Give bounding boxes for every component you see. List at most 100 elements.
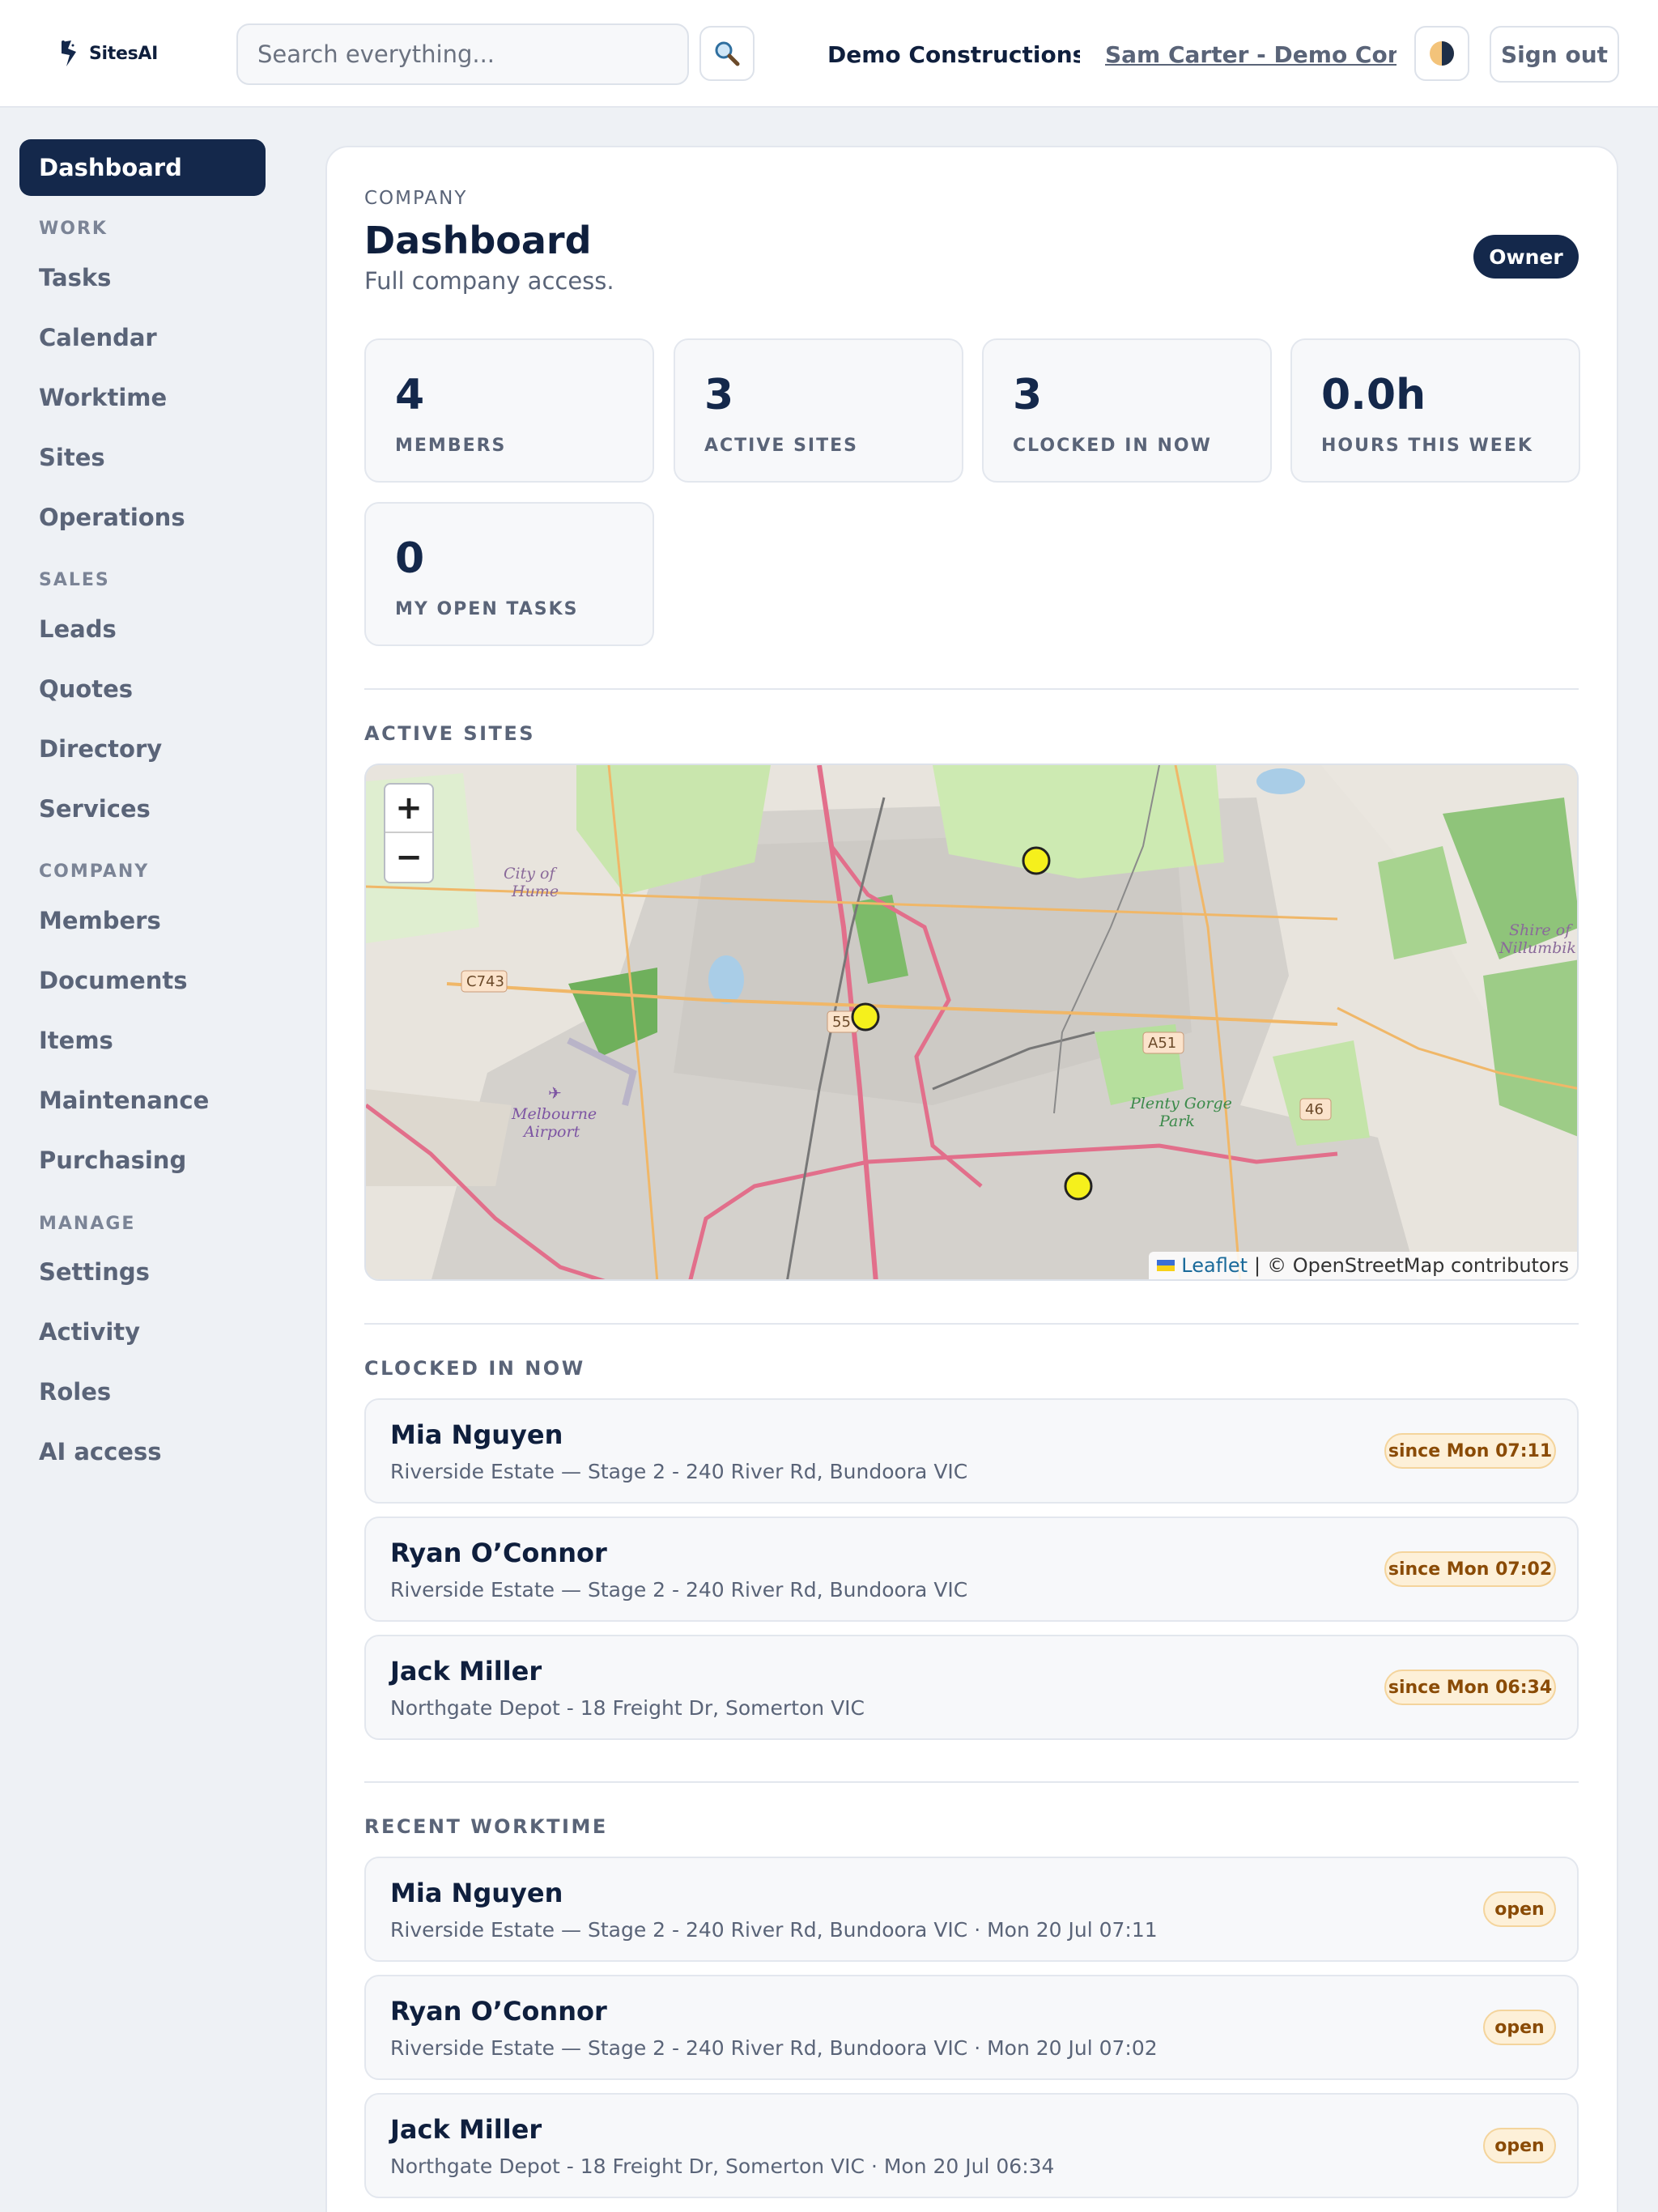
divider bbox=[364, 1781, 1579, 1783]
map-route-46: 46 bbox=[1305, 1101, 1324, 1118]
map-route-c743: C743 bbox=[466, 973, 504, 990]
list-item[interactable]: Mia Nguyen Riverside Estate — Stage 2 - … bbox=[364, 1857, 1579, 1962]
role-badge: Owner bbox=[1473, 235, 1579, 279]
company-switcher[interactable]: Demo Constructions P... bbox=[827, 41, 1080, 68]
sidebar-item-members[interactable]: Members bbox=[39, 907, 161, 934]
sidebar-item-settings[interactable]: Settings bbox=[39, 1258, 150, 1286]
sidebar-section-sales: SALES bbox=[39, 570, 110, 590]
site-address: Riverside Estate — Stage 2 - 240 River R… bbox=[390, 1578, 968, 1602]
map-route-55: 55 bbox=[832, 1014, 851, 1031]
stat-value: 3 bbox=[1013, 371, 1043, 419]
osm-attribution: © OpenStreetMap contributors bbox=[1267, 1254, 1569, 1277]
sidebar-item-ai-access[interactable]: AI access bbox=[39, 1438, 161, 1465]
stat-label: ACTIVE SITES bbox=[704, 436, 858, 456]
map-label-melbourne: Melbourne bbox=[511, 1105, 597, 1123]
search-input[interactable] bbox=[236, 23, 689, 85]
stat-hours-week: 0.0h HOURS THIS WEEK bbox=[1290, 338, 1580, 483]
sidebar-item-maintenance[interactable]: Maintenance bbox=[39, 1087, 209, 1114]
zoom-in-button[interactable]: + bbox=[385, 785, 432, 833]
since-badge: since Mon 07:11 bbox=[1384, 1433, 1556, 1469]
map-label-city-of-hume: City of bbox=[504, 865, 557, 883]
worktime-detail: Riverside Estate — Stage 2 - 240 River R… bbox=[390, 1918, 1158, 1942]
ukraine-flag-icon bbox=[1157, 1260, 1175, 1271]
map-zoom-control: + − bbox=[384, 783, 434, 883]
worktime-detail: Northgate Depot - 18 Freight Dr, Somerto… bbox=[390, 2155, 1055, 2178]
site-address: Northgate Depot - 18 Freight Dr, Somerto… bbox=[390, 1696, 865, 1720]
page-subtitle: Full company access. bbox=[364, 267, 614, 295]
logo-icon bbox=[62, 40, 76, 66]
page-title: Dashboard bbox=[364, 219, 592, 262]
stat-value: 4 bbox=[395, 371, 425, 419]
theme-icon bbox=[1430, 41, 1454, 66]
sidebar-item-activity[interactable]: Activity bbox=[39, 1318, 140, 1346]
search-button[interactable] bbox=[699, 26, 755, 81]
logo-text: SitesAI bbox=[89, 43, 159, 64]
member-name: Ryan O’Connor bbox=[390, 1538, 607, 1568]
sidebar-item-purchasing[interactable]: Purchasing bbox=[39, 1146, 186, 1174]
status-badge: open bbox=[1483, 2128, 1556, 2163]
site-address: Riverside Estate — Stage 2 - 240 River R… bbox=[390, 1460, 968, 1483]
theme-toggle-button[interactable] bbox=[1414, 26, 1469, 81]
stat-clocked-in: 3 CLOCKED IN NOW bbox=[982, 338, 1272, 483]
stat-members: 4 MEMBERS bbox=[364, 338, 654, 483]
map-label-hume: Hume bbox=[511, 883, 559, 900]
stat-value: 0.0h bbox=[1321, 371, 1426, 419]
zoom-out-button[interactable]: − bbox=[385, 833, 432, 882]
page-eyebrow: COMPANY bbox=[364, 188, 468, 209]
section-heading-clocked-in: CLOCKED IN NOW bbox=[364, 1357, 585, 1380]
section-heading-recent-worktime: RECENT WORKTIME bbox=[364, 1815, 608, 1838]
sidebar-item-sites[interactable]: Sites bbox=[39, 444, 105, 471]
map-route-a51: A51 bbox=[1148, 1035, 1176, 1052]
sidebar-section-company: COMPANY bbox=[39, 861, 150, 882]
site-marker bbox=[1022, 846, 1051, 875]
stat-value: 3 bbox=[704, 371, 734, 419]
map-label-shire-of: Shire of bbox=[1509, 921, 1573, 939]
sidebar-item-leads[interactable]: Leads bbox=[39, 615, 117, 643]
stat-label: MEMBERS bbox=[395, 436, 507, 456]
divider bbox=[364, 1323, 1579, 1325]
list-item[interactable]: Mia Nguyen Riverside Estate — Stage 2 - … bbox=[364, 1398, 1579, 1504]
top-bar: SitesAI Demo Constructions P... Sam Cart… bbox=[0, 0, 1658, 108]
sidebar-item-services[interactable]: Services bbox=[39, 795, 151, 823]
sidebar-item-directory[interactable]: Directory bbox=[39, 735, 162, 763]
stat-label: CLOCKED IN NOW bbox=[1013, 436, 1212, 456]
list-item[interactable]: Jack Miller Northgate Depot - 18 Freight… bbox=[364, 2093, 1579, 2198]
map-label-nillumbik: Nillumbik bbox=[1499, 939, 1576, 957]
divider bbox=[364, 688, 1579, 690]
sidebar-item-quotes[interactable]: Quotes bbox=[39, 675, 133, 703]
list-item[interactable]: Ryan O’Connor Riverside Estate — Stage 2… bbox=[364, 1975, 1579, 2080]
sign-out-button[interactable]: Sign out bbox=[1490, 26, 1619, 83]
sidebar-item-documents[interactable]: Documents bbox=[39, 967, 188, 994]
member-name: Mia Nguyen bbox=[390, 1419, 563, 1450]
site-marker bbox=[851, 1002, 880, 1032]
sidebar-item-dashboard[interactable]: Dashboard bbox=[19, 139, 266, 196]
sidebar-item-items[interactable]: Items bbox=[39, 1027, 113, 1054]
section-heading-active-sites: ACTIVE SITES bbox=[364, 722, 536, 745]
status-badge: open bbox=[1483, 1891, 1556, 1927]
map-label-plenty-gorge: Plenty Gorge bbox=[1129, 1095, 1232, 1112]
stat-label: HOURS THIS WEEK bbox=[1321, 436, 1533, 456]
worktime-detail: Riverside Estate — Stage 2 - 240 River R… bbox=[390, 2036, 1158, 2060]
list-item[interactable]: Ryan O’Connor Riverside Estate — Stage 2… bbox=[364, 1516, 1579, 1622]
logo[interactable]: SitesAI bbox=[57, 37, 158, 70]
since-badge: since Mon 06:34 bbox=[1384, 1670, 1556, 1705]
sidebar-item-worktime[interactable]: Worktime bbox=[39, 384, 167, 411]
since-badge: since Mon 07:02 bbox=[1384, 1551, 1556, 1587]
member-name: Jack Miller bbox=[390, 1656, 542, 1687]
sidebar-item-operations[interactable]: Operations bbox=[39, 504, 185, 531]
list-item[interactable]: Jack Miller Northgate Depot - 18 Freight… bbox=[364, 1635, 1579, 1740]
site-marker bbox=[1064, 1172, 1093, 1201]
user-profile-link[interactable]: Sam Carter - Demo Constr... bbox=[1105, 41, 1397, 68]
attribution-separator: | bbox=[1254, 1254, 1261, 1277]
sidebar-item-roles[interactable]: Roles bbox=[39, 1378, 111, 1406]
leaflet-link[interactable]: Leaflet bbox=[1181, 1254, 1248, 1277]
stat-value: 0 bbox=[395, 534, 425, 583]
sidebar-item-calendar[interactable]: Calendar bbox=[39, 324, 157, 351]
member-name: Jack Miller bbox=[390, 2114, 542, 2145]
sidebar-section-work: WORK bbox=[39, 219, 108, 239]
sidebar-item-tasks[interactable]: Tasks bbox=[39, 264, 111, 291]
search-icon bbox=[715, 41, 740, 66]
active-sites-map[interactable]: ✈ City of Hume Shire of Nillumbik Melbou… bbox=[364, 764, 1579, 1281]
stat-active-sites: 3 ACTIVE SITES bbox=[674, 338, 963, 483]
member-name: Ryan O’Connor bbox=[390, 1996, 607, 2027]
